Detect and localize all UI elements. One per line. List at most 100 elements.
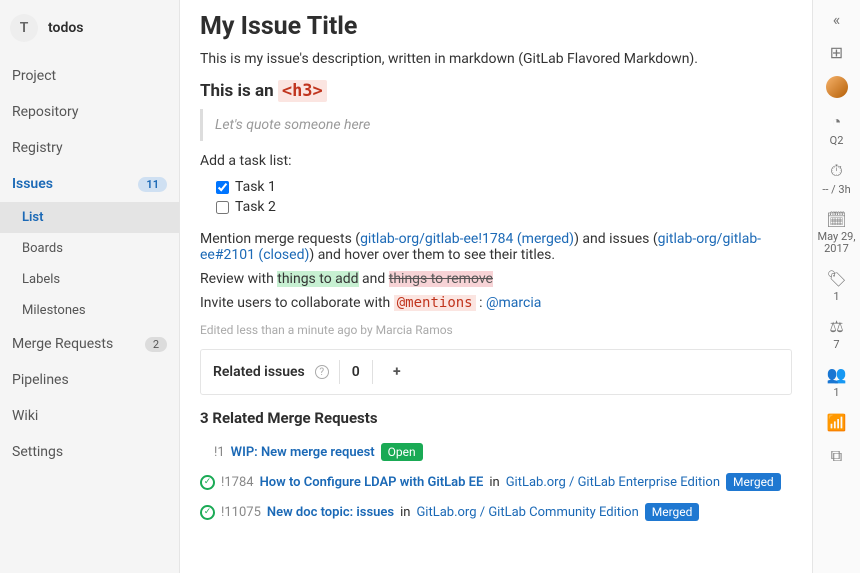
invite-mid: : (476, 295, 486, 311)
sidebar-item-project[interactable]: Project (0, 58, 179, 94)
sidebar-item-wiki[interactable]: Wiki (0, 398, 179, 434)
task-item: Task 2 (216, 197, 792, 217)
blockquote: Let's quote someone here (200, 109, 792, 141)
h3-prefix: This is an (200, 81, 278, 101)
sidebar-item-registry[interactable]: Registry (0, 130, 179, 166)
mr-title-link[interactable]: WIP: New merge request (231, 445, 375, 460)
task-label: Task 2 (235, 199, 276, 215)
mention-post: ) and hover over them to see their title… (309, 247, 555, 263)
task-checkbox[interactable] (216, 201, 229, 214)
nav-label: Registry (12, 140, 63, 156)
mention-pre: Mention merge requests ( (200, 231, 360, 247)
people-icon: 👥 (827, 365, 847, 384)
sidebar-item-list[interactable]: List (0, 202, 179, 233)
assignee-avatar (826, 76, 848, 98)
insertion-text: things to add (277, 271, 358, 287)
time-value: -- / 3h (822, 183, 850, 196)
deletion-text: things to remove (389, 271, 493, 287)
check-circle-icon: ✓ (200, 505, 215, 520)
invite-paragraph: Invite users to collaborate with @mentio… (200, 295, 792, 311)
related-issues-label: Related issues (213, 364, 305, 380)
labels-count: 1 (833, 290, 839, 303)
main-content: My Issue Title This is my issue's descri… (180, 0, 812, 573)
mr-reference-link[interactable]: gitlab-org/gitlab-ee!1784 (merged) (360, 231, 574, 247)
rss-icon: 📶 (827, 413, 847, 432)
weight-section[interactable]: ⚖ 7 (829, 317, 843, 351)
sidebar-item-milestones[interactable]: Milestones (0, 295, 179, 326)
milestone-value: Q2 (830, 134, 844, 147)
mr-count-badge: 2 (145, 337, 167, 352)
participants-count: 1 (833, 386, 839, 399)
project-path-link[interactable]: GitLab.org / GitLab Enterprise Edition (506, 475, 720, 490)
milestone-section[interactable]: ◔ Q2 (830, 112, 844, 147)
mr-title-link[interactable]: How to Configure LDAP with GitLab EE (260, 475, 484, 490)
project-path-link[interactable]: GitLab.org / GitLab Community Edition (416, 505, 638, 520)
mr-row: !1 WIP: New merge request Open (200, 437, 792, 467)
info-icon[interactable]: ? (315, 365, 329, 379)
collapse-button[interactable]: « (833, 10, 841, 29)
due-date-section[interactable]: 🗓 May 29, 2017 (813, 210, 860, 255)
time-section[interactable]: ⏱ -- / 3h (822, 161, 850, 196)
task-label: Task 1 (235, 179, 276, 195)
add-todo-button[interactable]: ⊞ (830, 43, 843, 62)
status-badge: Merged (726, 473, 781, 491)
sidebar-item-labels[interactable]: Labels (0, 264, 179, 295)
sidebar-item-merge-requests[interactable]: Merge Requests 2 (0, 326, 179, 362)
nav-label: Boards (22, 241, 63, 256)
review-paragraph: Review with things to add and things to … (200, 271, 792, 287)
mention-mid: ) and issues ( (574, 231, 658, 247)
sidebar-item-pipelines[interactable]: Pipelines (0, 362, 179, 398)
assignee-section[interactable] (826, 76, 848, 98)
clock-icon: ◔ (832, 112, 842, 132)
quote-text: Let's quote someone here (215, 117, 370, 133)
project-header[interactable]: T todos (0, 6, 179, 50)
task-list-intro: Add a task list: (200, 153, 792, 169)
status-badge: Open (381, 443, 423, 461)
sidebar-item-repository[interactable]: Repository (0, 94, 179, 130)
issue-description: This is my issue's description, written … (200, 51, 792, 67)
mr-title-link[interactable]: New doc topic: issues (267, 505, 394, 520)
nav-label: Settings (12, 444, 63, 460)
mr-row: ✓ !11075 New doc topic: issues in GitLab… (200, 497, 792, 527)
plus-square-icon: ⊞ (830, 43, 843, 62)
mr-ref: !1 (214, 445, 225, 460)
nav-label: Milestones (22, 303, 86, 318)
in-text: in (489, 475, 499, 490)
review-and: and (359, 271, 389, 287)
notifications-section[interactable]: 📶 (827, 413, 847, 432)
reference-section[interactable]: ⧉ (831, 446, 842, 466)
mention-code: @mentions (394, 295, 476, 311)
nav-label: List (22, 210, 43, 225)
related-mrs-heading: 3 Related Merge Requests (200, 409, 792, 427)
issues-subnav: List Boards Labels Milestones (0, 202, 179, 326)
issue-title: My Issue Title (200, 12, 792, 41)
calendar-icon: 🗓 (826, 210, 846, 229)
related-issues-count: 0 (339, 360, 373, 384)
task-list: Task 1 Task 2 (216, 177, 792, 217)
in-text: in (400, 505, 410, 520)
check-circle-icon: ✓ (200, 475, 215, 490)
nav-label: Issues (12, 176, 53, 192)
mention-paragraph: Mention merge requests (gitlab-org/gitla… (200, 231, 792, 263)
invite-pre: Invite users to collaborate with (200, 295, 394, 311)
labels-section[interactable]: 🏷 1 (826, 269, 846, 303)
nav-label: Wiki (12, 408, 38, 424)
right-sidebar: « ⊞ ◔ Q2 ⏱ -- / 3h 🗓 May 29, 2017 🏷 1 ⚖ … (812, 0, 860, 573)
stopwatch-icon: ⏱ (830, 161, 842, 181)
task-checkbox[interactable] (216, 181, 229, 194)
participants-section[interactable]: 👥 1 (827, 365, 847, 399)
add-related-button[interactable]: + (383, 360, 411, 384)
sidebar-item-issues[interactable]: Issues 11 (0, 166, 179, 202)
sidebar-item-boards[interactable]: Boards (0, 233, 179, 264)
h3-tag-code: <h3> (278, 80, 327, 102)
nav-label: Project (12, 68, 56, 84)
left-sidebar: T todos Project Repository Registry Issu… (0, 0, 180, 573)
user-mention-link[interactable]: @marcia (486, 295, 541, 311)
h3-heading: This is an <h3> (200, 81, 792, 101)
tag-icon: 🏷 (826, 269, 846, 288)
issues-count-badge: 11 (138, 177, 167, 192)
sidebar-item-settings[interactable]: Settings (0, 434, 179, 470)
nav-label: Pipelines (12, 372, 69, 388)
task-item: Task 1 (216, 177, 792, 197)
nav-label: Labels (22, 272, 60, 287)
